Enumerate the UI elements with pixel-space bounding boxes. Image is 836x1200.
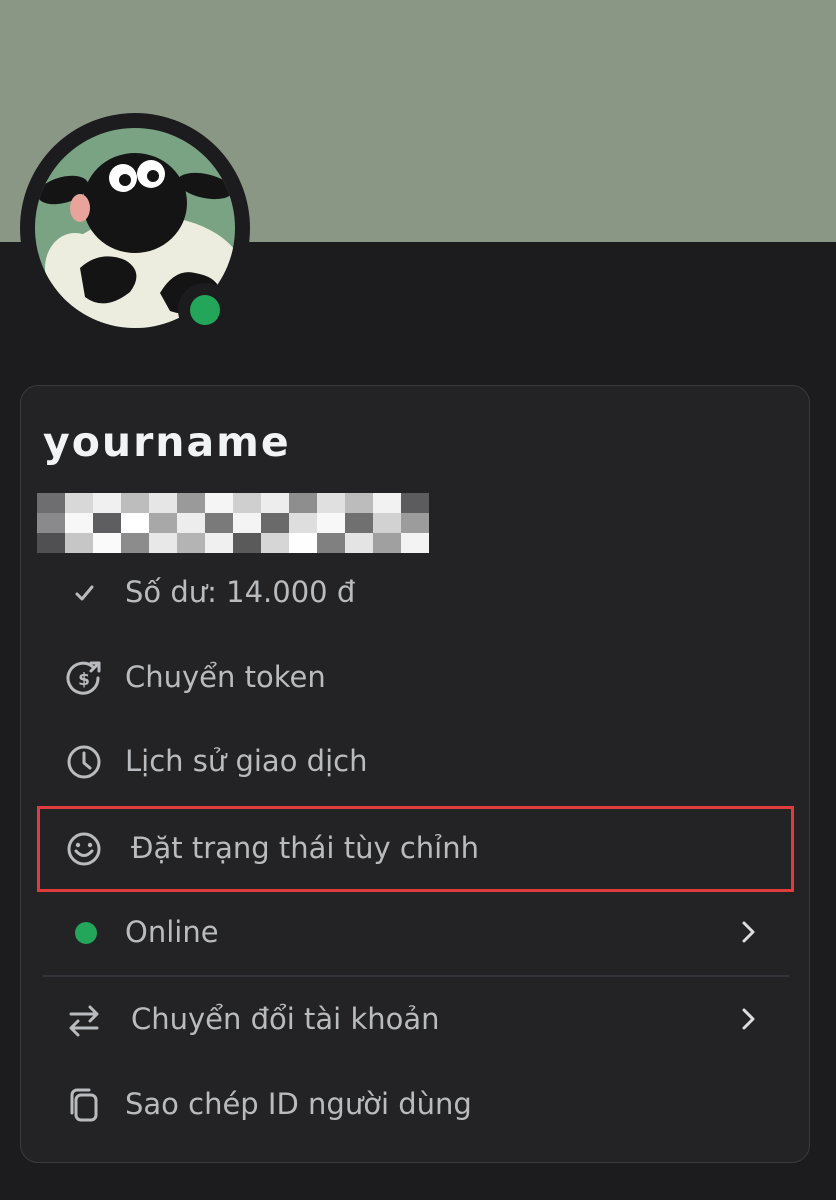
menu-item-online-status[interactable]: Online — [21, 897, 809, 967]
smiley-icon — [65, 830, 103, 868]
transaction-history-label: Lịch sử giao dịch — [125, 744, 368, 778]
username: yourname — [43, 418, 291, 466]
custom-status-label: Đặt trạng thái tùy chỉnh — [131, 831, 479, 865]
status-indicator — [178, 283, 232, 337]
menu-item-switch-account[interactable]: Chuyển đổi tài khoản — [21, 984, 809, 1054]
balance-row: Số dư: 14.000 đ — [21, 557, 809, 627]
profile-card: yourname Số dư: 14.000 đ $ Chuyển token … — [20, 385, 810, 1163]
blurred-user-tag — [37, 493, 429, 553]
chevron-right-icon — [733, 917, 763, 947]
chevron-right-icon — [733, 1004, 763, 1034]
svg-text:$: $ — [78, 670, 90, 690]
copy-icon — [65, 1086, 103, 1124]
swap-arrows-icon — [65, 1001, 103, 1039]
currency-transfer-icon: $ — [65, 659, 103, 697]
balance-label: Số dư: 14.000 đ — [125, 575, 356, 609]
verified-check-icon — [65, 574, 103, 612]
online-status-dot — [190, 295, 220, 325]
menu-divider — [43, 975, 789, 977]
switch-account-label: Chuyển đổi tài khoản — [131, 1002, 440, 1036]
transfer-token-label: Chuyển token — [125, 660, 326, 694]
clock-icon — [65, 743, 103, 781]
menu-item-transaction-history[interactable]: Lịch sử giao dịch — [21, 726, 809, 796]
menu-item-custom-status[interactable]: Đặt trạng thái tùy chỉnh — [21, 813, 809, 883]
menu-item-transfer-token[interactable]: $ Chuyển token — [21, 642, 809, 712]
copy-user-id-label: Sao chép ID người dùng — [125, 1087, 472, 1121]
menu-item-copy-user-id[interactable]: Sao chép ID người dùng — [21, 1069, 809, 1139]
online-status-icon — [75, 922, 97, 944]
online-label: Online — [125, 915, 219, 949]
